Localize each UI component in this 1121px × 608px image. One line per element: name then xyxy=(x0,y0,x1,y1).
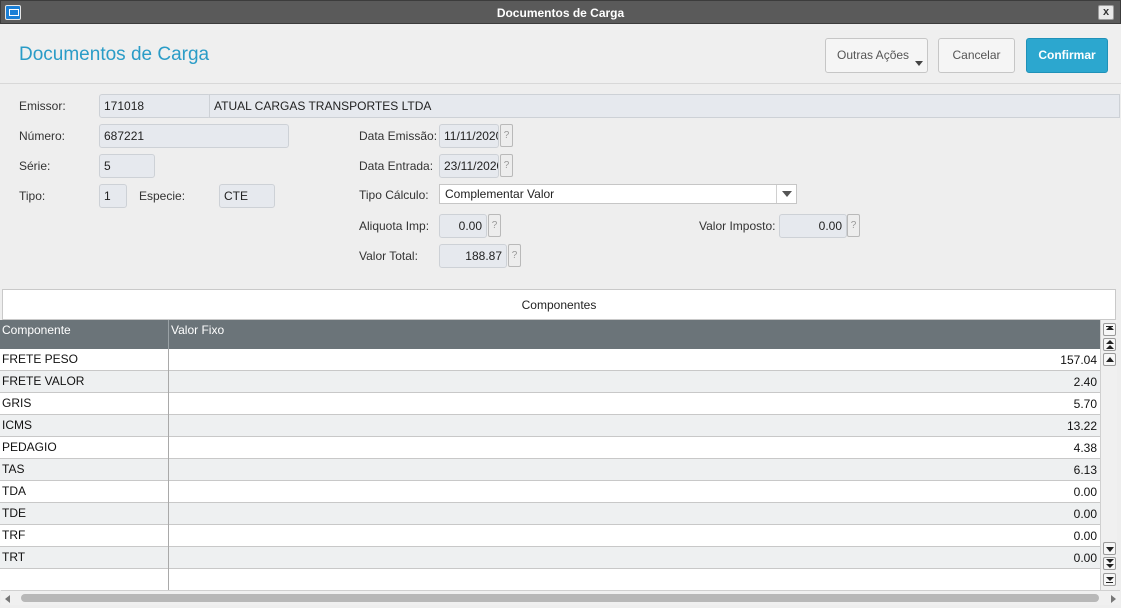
valor-imposto-label: Valor Imposto: xyxy=(699,219,776,233)
column-header-componente[interactable]: Componente xyxy=(2,323,71,337)
componente-cell: TRT xyxy=(2,550,26,564)
valor-fixo-cell: 5.70 xyxy=(1073,397,1097,411)
valor-fixo-cell: 4.38 xyxy=(1073,441,1097,455)
table-row[interactable]: FRETE PESO 157.04 xyxy=(0,349,1100,371)
scroll-right-icon[interactable] xyxy=(1111,595,1116,603)
scroll-left-icon[interactable] xyxy=(5,595,10,603)
numero-field[interactable]: 687221 xyxy=(99,124,289,148)
cancel-button[interactable]: Cancelar xyxy=(938,38,1015,73)
componente-cell: TRF xyxy=(2,528,26,542)
help-icon[interactable]: ? xyxy=(508,244,521,267)
window-title: Documentos de Carga xyxy=(496,6,625,20)
tipo-calculo-select[interactable]: Complementar Valor xyxy=(439,184,797,204)
componente-cell: TAS xyxy=(2,462,25,476)
table-row[interactable]: TRF 0.00 xyxy=(0,525,1100,547)
emissor-name-field: ATUAL CARGAS TRANSPORTES LTDA xyxy=(209,94,1120,118)
outras-acoes-button[interactable]: Outras Ações xyxy=(825,38,928,73)
data-emissao-label: Data Emissão: xyxy=(359,129,438,143)
valor-fixo-cell: 0.00 xyxy=(1073,485,1097,499)
scroll-bottom-icon[interactable] xyxy=(1103,573,1116,586)
grid-vertical-scrollbar[interactable] xyxy=(1100,320,1117,590)
componente-cell: FRETE PESO xyxy=(2,352,79,366)
componente-cell: TDA xyxy=(2,484,26,498)
valor-fixo-cell: 157.04 xyxy=(1060,353,1097,367)
tipo-calculo-label: Tipo Cálculo: xyxy=(359,188,429,202)
grid-horizontal-scrollbar[interactable] xyxy=(1,590,1120,605)
scroll-down-icon[interactable] xyxy=(1103,542,1116,555)
table-row[interactable]: PEDAGIO 4.38 xyxy=(0,437,1100,459)
page-title: Documentos de Carga xyxy=(19,44,210,65)
scroll-page-up-icon[interactable] xyxy=(1103,338,1116,351)
aliquota-imp-label: Aliquota Imp: xyxy=(359,219,430,233)
aliquota-imp-field[interactable]: 0.00 xyxy=(439,214,487,238)
especie-label: Especie: xyxy=(139,189,186,203)
page-header: Documentos de Carga Outras Ações Cancela… xyxy=(0,24,1121,84)
tipo-field[interactable]: 1 xyxy=(99,184,127,208)
valor-fixo-cell: 6.13 xyxy=(1073,463,1097,477)
table-row[interactable]: TDE 0.00 xyxy=(0,503,1100,525)
componente-cell: TDE xyxy=(2,506,26,520)
componentes-title: Componentes xyxy=(2,289,1116,320)
componente-cell: PEDAGIO xyxy=(2,440,57,454)
componente-cell: FRETE VALOR xyxy=(2,374,85,388)
table-row[interactable]: GRIS 5.70 xyxy=(0,393,1100,415)
emissor-label: Emissor: xyxy=(19,99,66,113)
tipo-calculo-value: Complementar Valor xyxy=(445,187,555,201)
window-titlebar: Documentos de Carga x xyxy=(0,0,1121,24)
help-icon[interactable]: ? xyxy=(488,214,501,237)
valor-total-label: Valor Total: xyxy=(359,249,418,263)
valor-fixo-cell: 0.00 xyxy=(1073,551,1097,565)
valor-fixo-cell: 2.40 xyxy=(1073,375,1097,389)
valor-imposto-field[interactable]: 0.00 xyxy=(779,214,847,238)
column-header-valor-fixo[interactable]: Valor Fixo xyxy=(171,323,224,337)
emissor-code-field[interactable]: 171018 xyxy=(99,94,211,118)
scroll-page-down-icon[interactable] xyxy=(1103,557,1116,570)
scroll-up-icon[interactable] xyxy=(1103,353,1116,366)
table-row[interactable]: TDA 0.00 xyxy=(0,481,1100,503)
valor-total-field[interactable]: 188.87 xyxy=(439,244,507,268)
serie-label: Série: xyxy=(19,159,51,173)
especie-field[interactable]: CTE xyxy=(219,184,275,208)
valor-fixo-cell: 0.00 xyxy=(1073,529,1097,543)
componente-cell: GRIS xyxy=(2,396,32,410)
data-emissao-field[interactable]: 11/11/2020 xyxy=(439,124,499,148)
table-row[interactable]: FRETE VALOR 2.40 xyxy=(0,371,1100,393)
table-row[interactable]: TAS 6.13 xyxy=(0,459,1100,481)
help-icon[interactable]: ? xyxy=(847,214,860,237)
data-entrada-field[interactable]: 23/11/2020 xyxy=(439,154,499,178)
componente-cell: ICMS xyxy=(2,418,32,432)
table-row[interactable]: TRT 0.00 xyxy=(0,547,1100,569)
valor-fixo-cell: 0.00 xyxy=(1073,507,1097,521)
caret-down-icon xyxy=(915,61,923,66)
scroll-top-icon[interactable] xyxy=(1103,323,1116,336)
componentes-grid: Componente Valor Fixo FRETE PESO 157.04 … xyxy=(0,320,1100,590)
outras-acoes-label: Outras Ações xyxy=(837,48,910,62)
help-icon[interactable]: ? xyxy=(500,124,513,147)
scrollbar-thumb[interactable] xyxy=(21,594,1099,602)
help-icon[interactable]: ? xyxy=(500,154,513,177)
data-entrada-label: Data Entrada: xyxy=(359,159,434,173)
table-row[interactable]: ICMS 13.22 xyxy=(0,415,1100,437)
tipo-label: Tipo: xyxy=(19,189,46,203)
serie-field[interactable]: 5 xyxy=(99,154,155,178)
chevron-down-icon[interactable] xyxy=(776,185,796,203)
valor-fixo-cell: 13.22 xyxy=(1066,419,1097,433)
grid-header: Componente Valor Fixo xyxy=(0,320,1100,349)
numero-label: Número: xyxy=(19,129,66,143)
close-icon[interactable]: x xyxy=(1098,5,1114,20)
confirm-button[interactable]: Confirmar xyxy=(1026,38,1108,73)
